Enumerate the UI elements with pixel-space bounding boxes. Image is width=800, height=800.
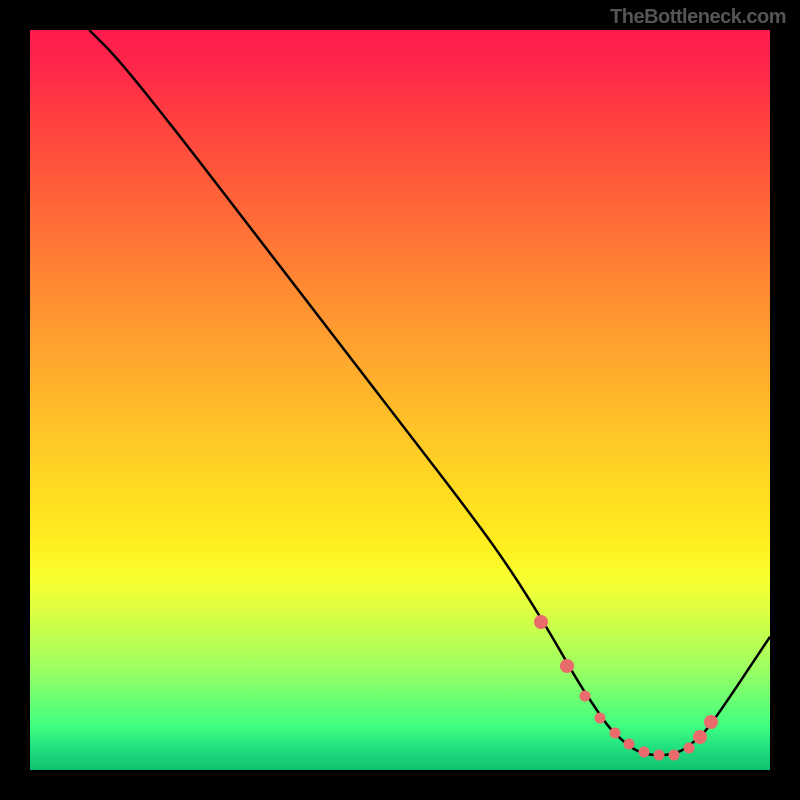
marker-dot	[534, 615, 548, 629]
marker-dot	[624, 739, 635, 750]
marker-dot	[704, 715, 718, 729]
marker-dot	[654, 750, 665, 761]
marker-dot	[580, 691, 591, 702]
marker-dot	[560, 659, 574, 673]
bottleneck-curve	[89, 30, 770, 755]
marker-dot	[683, 742, 694, 753]
marker-dot	[668, 750, 679, 761]
watermark-text: TheBottleneck.com	[610, 6, 786, 29]
marker-dot	[594, 713, 605, 724]
marker-dot	[639, 746, 650, 757]
plot-area	[30, 30, 770, 770]
marker-dot	[609, 728, 620, 739]
marker-dot	[693, 730, 707, 744]
curve-svg	[30, 30, 770, 770]
